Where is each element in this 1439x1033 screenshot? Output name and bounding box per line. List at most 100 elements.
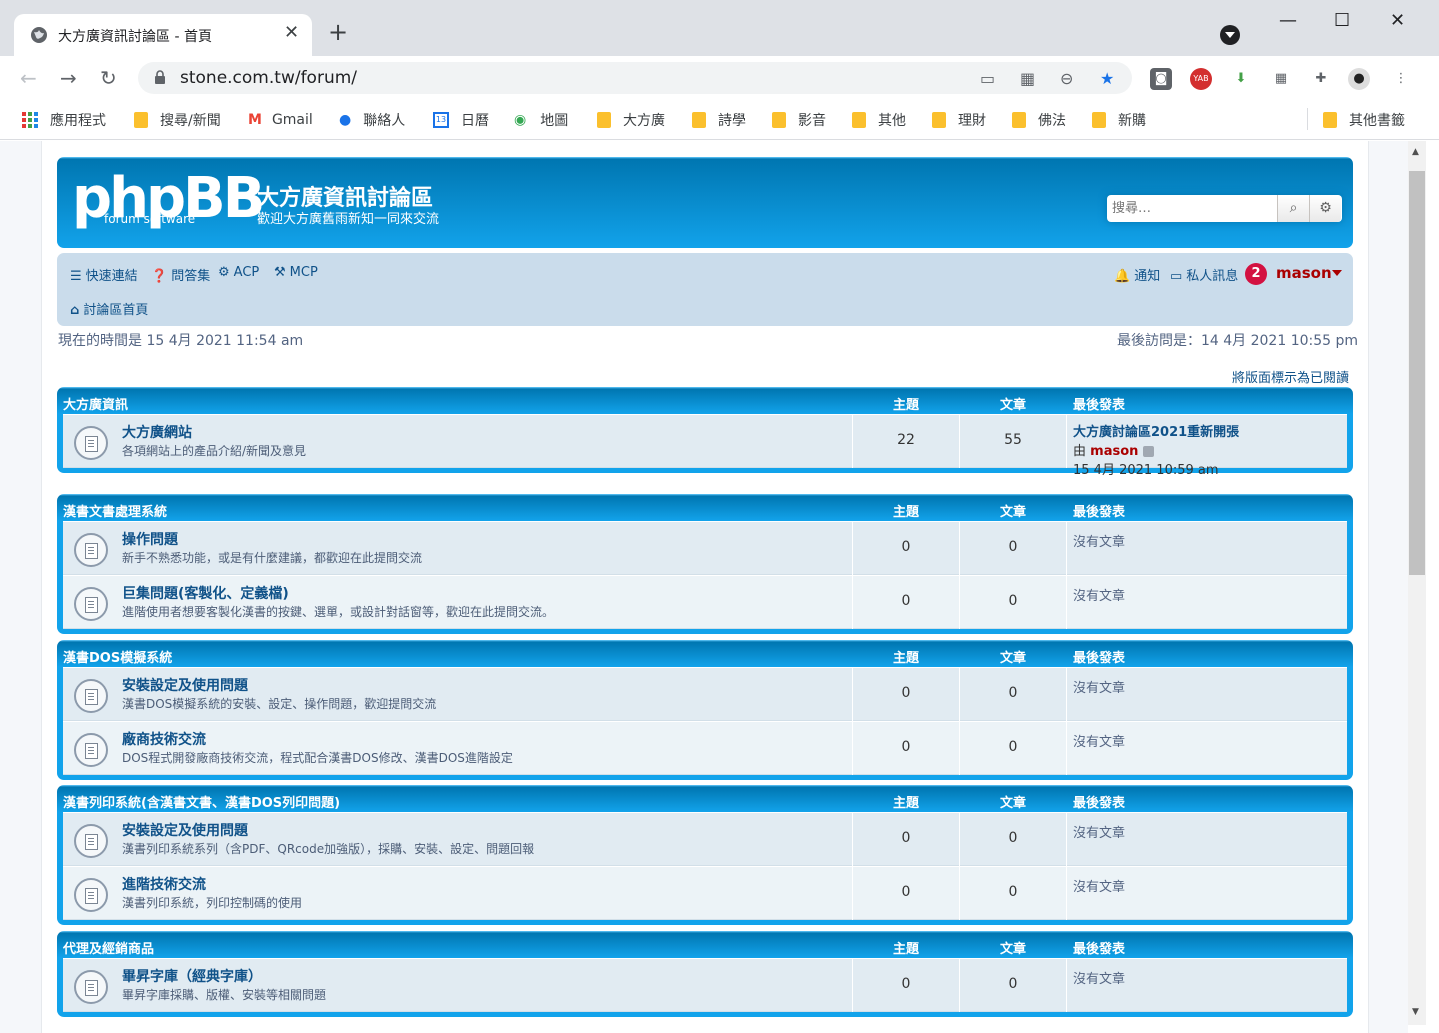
puzzle-icon[interactable]: ✚ [1310,68,1332,90]
forum-title[interactable]: 廠商技術交流 [122,729,206,749]
category-title[interactable]: 漢書文書處理系統 [63,501,167,520]
category-title[interactable]: 代理及經銷商品 [63,938,154,957]
last-post-time: 15 4月 2021 10:59 am [1073,463,1219,478]
caret-down-icon[interactable] [1332,270,1342,276]
bookmark-folder[interactable]: 新購 [1092,110,1146,130]
bookmark-folder[interactable]: 搜尋/新聞 [134,110,221,130]
notifications-link[interactable]: 🔔 通知 [1114,265,1160,284]
minimize-button[interactable]: — [1279,10,1297,31]
bookmark-label: 地圖 [540,113,569,129]
mark-forums-read-link[interactable]: 將版面標示為已閱讀 [1232,367,1349,386]
bookmark-maps[interactable]: ◉ 地圖 [514,110,568,130]
bookmark-label: 理財 [958,113,986,129]
reload-icon[interactable]: ↻ [100,66,117,90]
bookmark-gmail[interactable]: M Gmail [248,110,313,130]
last-visit: 最後訪問是：14 4月 2021 10:55 pm [1117,333,1359,349]
forward-arrow-icon[interactable]: → [60,66,77,90]
browser-tab[interactable]: 大方廣資訊討論區 - 首頁 ✕ [14,14,312,56]
pm-count-badge[interactable]: 2 [1245,263,1267,285]
forum-row: 大方廣網站 各項網站上的產品介紹/新聞及意見 22 55 大方廣討論區2021重新開張由… [63,414,1347,478]
folder-icon [932,112,946,128]
post-count: 0 [1008,976,1018,992]
category-title[interactable]: 大方廣資訊 [63,394,128,413]
bookmark-folder[interactable]: 大方廣 [597,110,665,130]
scroll-thumb[interactable] [1409,171,1425,575]
forum-title[interactable]: 安裝設定及使用問題 [122,820,248,840]
mcp-link[interactable]: ⚒ MCP [274,265,318,280]
bookmark-apps[interactable]: 應用程式 [22,110,106,130]
last-post-none: 沒有文章 [1073,880,1126,895]
forum-title[interactable]: 巨集問題(客製化、定義檔) [122,583,289,603]
bookmark-label: 日曆 [461,113,489,129]
download-extension-icon[interactable]: ⬇ [1230,68,1252,90]
gear-icon[interactable]: ⚙ [1309,195,1341,222]
last-post-user[interactable]: mason [1090,444,1138,459]
bookmark-calendar[interactable]: 13 日曆 [433,110,489,130]
site-logo[interactable]: phpBB forum software [72,165,265,233]
quick-links-menu[interactable]: ☰ 快速連結 [70,265,138,284]
last-post-none: 沒有文章 [1073,589,1126,604]
bookmark-folder[interactable]: 詩學 [692,110,746,130]
scroll-down-icon[interactable]: ▼ [1412,1007,1419,1017]
scrollbar[interactable]: ▲ ▼ [1408,141,1426,1025]
post-count: 55 [1004,432,1022,448]
bookmark-folder[interactable]: 其他 [852,110,906,130]
acp-link[interactable]: ⚙ ACP [218,265,259,280]
bookmark-folder[interactable]: 佛法 [1012,110,1066,130]
menu-icon[interactable]: ⋮ [1390,68,1412,90]
tab-search-icon[interactable] [1220,25,1240,45]
folder-icon [597,112,611,128]
view-latest-post-icon[interactable] [1142,446,1154,457]
close-tab-icon[interactable]: ✕ [284,22,299,43]
category-title[interactable]: 漢書DOS模擬系統 [63,647,172,666]
last-post-title[interactable]: 大方廣討論區2021重新開張 [1073,425,1239,440]
breadcrumb[interactable]: ⌂ 討論區首頁 [70,299,148,318]
pm-label: 私人訊息 [1186,269,1239,284]
forum-row: 巨集問題(客製化、定義檔) 進階使用者想要客製化漢書的按鍵、選單，或設計對話窗等，… [63,575,1347,629]
topic-count: 0 [901,739,911,755]
extension-icon[interactable]: ◙ [1150,68,1172,90]
last-post-none: 沒有文章 [1073,735,1126,750]
forum-title[interactable]: 安裝設定及使用問題 [122,675,248,695]
forum-title[interactable]: 畢昇字庫（經典字庫） [122,966,262,986]
search-icon[interactable]: ⌕ [1277,195,1309,222]
bookmark-folder[interactable]: 影音 [772,110,826,130]
forum-read-icon [74,679,108,713]
column-posts: 文章 [1000,505,1027,520]
bookmark-contacts[interactable]: ● 聯絡人 [339,110,405,130]
forum-description: 各項網站上的產品介紹/新聞及意見 [122,444,307,458]
column-divider [1066,668,1067,721]
folder-icon [1323,112,1337,128]
address-bar[interactable]: stone.com.tw/forum/ ▭ ▦ ⊖ ★ [138,62,1132,94]
category-title[interactable]: 漢書列印系統(含漢書文書、漢書DOS列印問題) [63,792,340,811]
yab-extension-icon[interactable]: YAB [1190,68,1212,90]
navbar [57,253,1353,326]
forum-title[interactable]: 操作問題 [122,529,178,549]
qr-code-icon[interactable]: ▦ [1020,69,1035,88]
bookmark-other[interactable]: 其他書籤 [1323,110,1405,130]
question-icon: ❓ [151,269,168,284]
folder-icon [772,112,786,128]
bookmark-star-icon[interactable]: ★ [1100,69,1114,88]
bars-icon: ☰ [70,269,82,284]
topic-count: 0 [901,976,911,992]
forum-read-icon [74,426,108,460]
forum-title[interactable]: 大方廣網站 [122,422,192,442]
grid-extension-icon[interactable]: ▦ [1270,68,1292,90]
avatar[interactable]: ● [1348,68,1370,90]
bookmark-folder[interactable]: 理財 [932,110,986,130]
new-tab-button[interactable]: + [328,18,348,46]
search-input[interactable] [1107,195,1277,222]
last-post-info: 大方廣討論區2021重新開張由 mason 15 4月 2021 10:59 a… [1073,421,1239,478]
close-window-button[interactable]: ✕ [1390,10,1405,31]
faq-link[interactable]: ❓ 問答集 [151,265,210,284]
cast-icon[interactable]: ▭ [980,69,995,88]
scroll-up-icon[interactable]: ▲ [1412,147,1419,157]
pm-link[interactable]: ▭ 私人訊息 [1170,265,1238,284]
username-menu[interactable]: mason [1276,264,1332,282]
zoom-icon[interactable]: ⊖ [1060,69,1073,88]
forum-title[interactable]: 進階技術交流 [122,874,206,894]
maximize-button[interactable]: ☐ [1334,10,1350,31]
back-arrow-icon[interactable]: ← [20,66,37,90]
folder-icon [1092,112,1106,128]
